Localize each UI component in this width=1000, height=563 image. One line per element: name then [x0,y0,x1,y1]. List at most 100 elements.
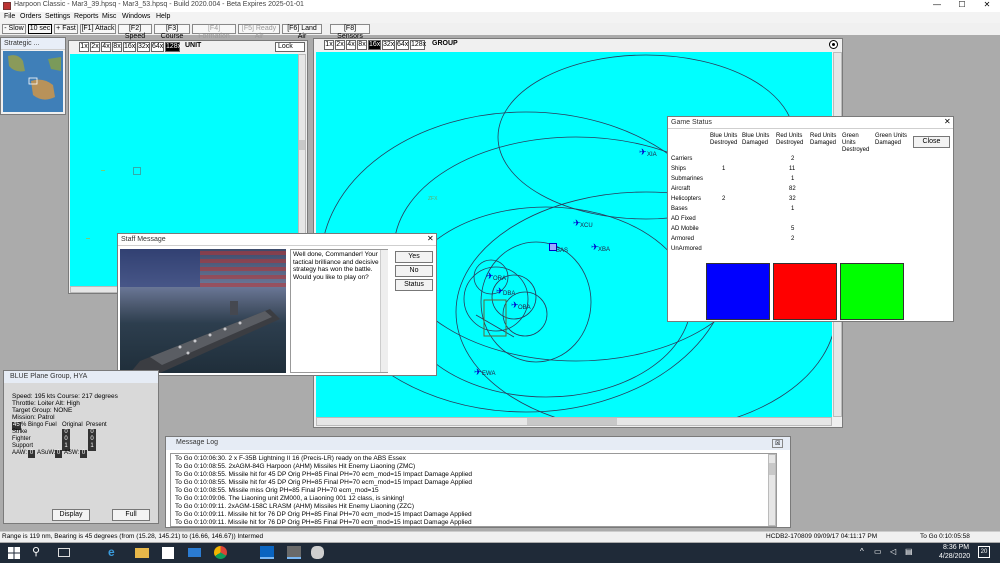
group-zoom-8x[interactable]: 8x [357,40,367,50]
cell: 1 [722,166,726,172]
full-button[interactable]: Full [112,509,150,521]
unit-dot-2 [86,238,90,239]
row-label: UnArmored [671,246,702,252]
cell: 2 [722,196,726,202]
close-button[interactable]: ✕ [978,0,996,9]
status-button[interactable]: Status [395,279,433,291]
aaw-label: AAW: [12,450,28,456]
group-zoom-2x[interactable]: 2x [335,40,345,50]
row-label: Aircraft [671,186,691,192]
group-zoom-64x[interactable]: 64x [396,40,409,50]
strategic-map[interactable] [3,51,63,112]
course-button[interactable]: [F3] Course [154,24,190,40]
harpoon-taskbar-icon[interactable] [287,546,301,559]
unit-vscroll-thumb[interactable] [299,140,305,150]
taskbar-time[interactable]: 8:36 PM [943,544,969,551]
message-log-window: Message Log ☒ To Go 0:10:06:30. 2 x F-35… [165,436,791,528]
unit-zoom-4x[interactable]: 4x [101,42,111,52]
yes-button[interactable]: Yes [395,251,433,263]
lock-button[interactable]: Lock [275,42,305,52]
aircraft-carrier-image [120,249,286,373]
taskbar-date[interactable]: 4/28/2020 [939,553,970,560]
message-log-collapse-icon[interactable]: ☒ [772,439,784,448]
status-range: Range is 119 nm, Bearing is 45 degrees (… [2,533,264,540]
menu-windows[interactable]: Windows [122,13,150,20]
mission: Mission: Patrol [12,414,55,421]
menu-orders[interactable]: Orders [20,13,41,20]
unit-zoom-128x[interactable]: 128x [165,42,181,52]
staff-text-scrollbar[interactable] [380,250,388,372]
group-zoom-1x[interactable]: 1x [324,40,334,50]
start-icon[interactable] [8,547,20,559]
staff-close-icon[interactable]: ✕ [427,234,434,243]
slow-button[interactable]: - Slow [2,24,26,34]
minimize-button[interactable]: — [928,0,946,9]
time-step-button[interactable]: 10 sec [28,24,52,34]
unit-zoom-1x[interactable]: 1x [79,42,89,52]
menu-help[interactable]: Help [156,13,170,20]
group-zoom-128x[interactable]: 128x [410,40,426,50]
menu-file[interactable]: File [4,13,15,20]
unit-zoom-16x[interactable]: 16x [123,42,136,52]
notification-icon[interactable]: 20 [978,546,990,558]
store-icon[interactable] [162,547,174,559]
target-icon[interactable] [829,40,838,49]
menu-settings[interactable]: Settings [45,13,70,20]
display-button[interactable]: Display [52,509,90,521]
log-line: To Go 0:10:09:11. Missile hit for 76 DP … [175,511,472,518]
group-hscroll-thumb[interactable] [527,418,617,425]
app-taskbar-icon[interactable] [311,546,324,559]
cell: 2 [791,156,795,162]
row-label: Bases [671,206,688,212]
mail-icon[interactable] [188,548,201,557]
no-button[interactable]: No [395,265,433,277]
unit-marker [133,167,141,175]
unit-zoom-8x[interactable]: 8x [112,42,122,52]
row-label: AD Mobile [671,226,699,232]
maximize-button[interactable]: ☐ [953,0,971,9]
network-icon[interactable]: ▭ [874,547,882,556]
search-icon[interactable]: ⚲ [32,545,40,558]
row-label: Carriers [671,156,693,162]
unit-dot [101,170,105,171]
group-zoom-16x[interactable]: 16x [368,40,381,50]
group-zoom-32x[interactable]: 32x [382,40,395,50]
speed-button[interactable]: [F2] Speed [118,24,152,40]
game-status-close-button[interactable]: Close [913,136,950,148]
group-zoom-4x[interactable]: 4x [346,40,356,50]
fast-button[interactable]: + Fast [54,24,78,34]
game-status-title: Game Status [668,117,953,129]
chrome-icon[interactable] [214,546,227,559]
tray-up-icon[interactable]: ^ [860,547,864,556]
volume-icon[interactable]: ◁ [890,547,896,556]
ime-icon[interactable]: ▤ [905,547,913,556]
message-log-scroll-thumb[interactable] [769,463,775,475]
col-blue-damaged: Blue Units Damaged [742,133,770,146]
status-bar: Range is 119 nm, Bearing is 45 degrees (… [0,531,1000,542]
unit-zoom-2x[interactable]: 2x [90,42,100,52]
land-air-button[interactable]: [F6] Land Air [282,24,322,40]
formation-button[interactable]: [F4] Formation [192,24,236,40]
aaw-value: 0 [28,450,35,458]
menu-misc[interactable]: Misc [102,13,116,20]
sensors-button[interactable]: [F8] Sensors [330,24,370,40]
file-explorer-icon[interactable] [135,548,149,558]
unit-xia-icon[interactable]: ✈ [639,147,647,158]
unit-toolbar: 1x 2x 4x 8x 16x 32x 64x 128x UNIT Lock [69,41,307,53]
outlook-icon[interactable] [260,546,274,559]
edge-icon[interactable]: e [108,545,115,559]
ready-air-button[interactable]: [F5] Ready Air [238,24,280,40]
message-log-body: To Go 0:10:06:30. 2 x F-35B Lightning II… [170,453,777,527]
unit-zoom-64x[interactable]: 64x [151,42,164,52]
task-view-icon[interactable] [58,548,70,557]
message-log-scrollbar[interactable] [768,454,776,526]
group-hscrollbar[interactable] [316,417,832,426]
unit-ora-label: ORA [493,276,507,282]
unit-xcu-label: XCU [580,223,593,229]
unit-ewa-icon[interactable]: ✈ [474,367,482,378]
unit-zoom-32x[interactable]: 32x [137,42,150,52]
log-line: To Go 0:10:08:55. Missile hit for 45 DP … [175,479,473,486]
game-status-close-icon[interactable]: ✕ [944,117,951,126]
menu-reports[interactable]: Reports [74,13,99,20]
attack-button[interactable]: [F1] Attack [80,24,116,34]
